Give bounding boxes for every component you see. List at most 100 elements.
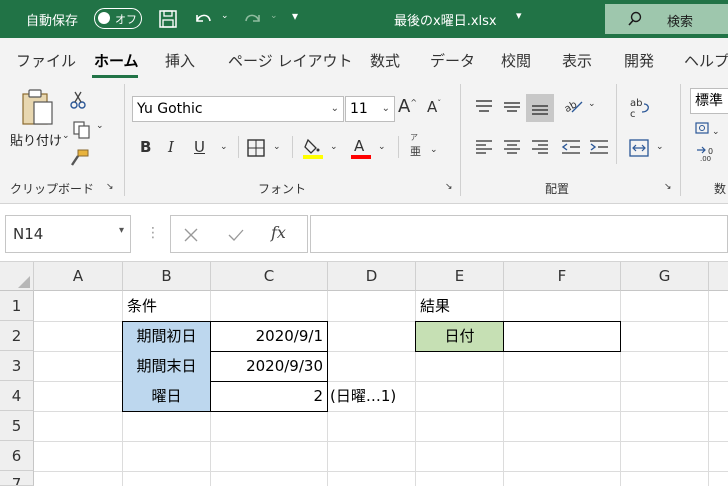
- alignment-launcher-icon[interactable]: ↘: [664, 183, 672, 192]
- align-bottom-button[interactable]: [526, 94, 554, 122]
- paste-label[interactable]: 貼り付け: [10, 130, 62, 149]
- wrap-text-icon[interactable]: ab c: [628, 96, 652, 120]
- svg-text:.00: .00: [700, 155, 711, 162]
- format-painter-icon[interactable]: [68, 148, 90, 168]
- font-launcher-icon[interactable]: ↘: [445, 183, 453, 192]
- undo-dropdown-icon[interactable]: ⌄: [221, 11, 229, 21]
- phonetic-button[interactable]: 亜: [410, 146, 421, 157]
- cell-f2[interactable]: [503, 321, 621, 352]
- row-header-6[interactable]: 6: [0, 441, 34, 471]
- name-box[interactable]: N14 ▾: [5, 215, 131, 253]
- cut-icon[interactable]: [68, 90, 88, 110]
- select-all-corner[interactable]: [0, 262, 34, 291]
- align-right-icon[interactable]: [530, 138, 550, 156]
- paste-icon[interactable]: [20, 88, 56, 128]
- borders-dropdown-icon[interactable]: ⌄: [273, 143, 281, 152]
- more-options-icon[interactable]: ⋮: [146, 225, 160, 241]
- filename-dropdown-icon[interactable]: ▾: [516, 9, 522, 22]
- cell-e2[interactable]: 日付: [415, 321, 504, 352]
- decrease-indent-icon[interactable]: [560, 138, 582, 156]
- cell-b3[interactable]: 期間末日: [122, 351, 211, 382]
- column-header-b[interactable]: B: [123, 262, 211, 291]
- cell-c4[interactable]: 2: [210, 381, 328, 412]
- font-size-value: 11: [350, 101, 368, 117]
- column-header-e[interactable]: E: [416, 262, 504, 291]
- fill-color-icon[interactable]: [302, 136, 324, 160]
- column-header-d[interactable]: D: [328, 262, 416, 291]
- row-header-7[interactable]: 7: [0, 471, 34, 486]
- row-header-5[interactable]: 5: [0, 411, 34, 441]
- enter-icon[interactable]: [227, 227, 245, 243]
- cell-d4[interactable]: (日曜…1): [330, 381, 396, 411]
- cell-c3[interactable]: 2020/9/30: [210, 351, 328, 382]
- underline-dropdown-icon[interactable]: ⌄: [220, 143, 228, 152]
- autosave-state: オフ: [115, 13, 137, 26]
- copy-dropdown-icon[interactable]: ⌄: [96, 122, 104, 131]
- font-color-dropdown-icon[interactable]: ⌄: [378, 143, 386, 152]
- customize-qat-icon[interactable]: ▾: [292, 9, 298, 23]
- insert-function-icon[interactable]: fx: [271, 223, 286, 242]
- align-center-icon[interactable]: [502, 138, 522, 156]
- tab-view[interactable]: 表示: [562, 50, 592, 71]
- formula-bar: N14 ▾ ⋮ fx: [0, 204, 728, 262]
- underline-button[interactable]: U: [194, 140, 205, 155]
- undo-icon[interactable]: [192, 9, 214, 29]
- column-header-a[interactable]: A: [34, 262, 123, 291]
- align-middle-icon[interactable]: [502, 98, 522, 116]
- font-color-icon[interactable]: A: [350, 136, 372, 160]
- orientation-dropdown-icon[interactable]: ⌄: [588, 100, 596, 109]
- grow-font-icon[interactable]: A^: [398, 98, 417, 116]
- row-header-1[interactable]: 1: [0, 291, 34, 321]
- bold-button[interactable]: B: [140, 140, 151, 155]
- currency-format-icon[interactable]: ⌄: [694, 120, 724, 138]
- tab-developer[interactable]: 開発: [624, 50, 654, 71]
- tab-file[interactable]: ファイル: [16, 50, 76, 71]
- align-top-icon[interactable]: [474, 98, 494, 116]
- borders-icon[interactable]: [246, 138, 266, 158]
- file-name[interactable]: 最後のx曜日.xlsx: [394, 10, 497, 29]
- separator: [680, 84, 681, 196]
- cell-b1[interactable]: 条件: [127, 291, 157, 321]
- font-name-combo[interactable]: Yu Gothic ⌄: [132, 96, 344, 122]
- tab-home[interactable]: ホーム: [94, 50, 139, 71]
- increase-indent-icon[interactable]: [588, 138, 610, 156]
- merge-dropdown-icon[interactable]: ⌄: [656, 143, 664, 152]
- cancel-icon[interactable]: [183, 227, 199, 243]
- phonetic-dropdown-icon[interactable]: ⌄: [430, 146, 438, 155]
- merge-center-icon[interactable]: [628, 138, 650, 158]
- column-header-g[interactable]: G: [621, 262, 709, 291]
- tab-insert[interactable]: 挿入: [165, 50, 195, 71]
- autosave-toggle[interactable]: オフ: [94, 8, 142, 29]
- cell-b2[interactable]: 期間初日: [122, 321, 211, 352]
- name-box-dropdown-icon[interactable]: ▾: [119, 225, 124, 236]
- save-icon[interactable]: [158, 9, 178, 29]
- row-header-2[interactable]: 2: [0, 321, 34, 351]
- cell-e1[interactable]: 結果: [420, 291, 450, 321]
- tab-review[interactable]: 校閲: [501, 50, 531, 71]
- copy-icon[interactable]: [72, 120, 92, 140]
- search-box[interactable]: 検索: [605, 4, 728, 34]
- row-header-4[interactable]: 4: [0, 381, 34, 411]
- italic-button[interactable]: I: [168, 140, 174, 155]
- tab-page-layout[interactable]: ページ レイアウト: [228, 50, 352, 71]
- tab-help[interactable]: ヘルプ: [684, 50, 728, 71]
- align-left-icon[interactable]: [474, 138, 494, 156]
- formula-input[interactable]: [310, 215, 728, 253]
- cell-c2[interactable]: 2020/9/1: [210, 321, 328, 352]
- increase-decimal-icon[interactable]: 0 .00: [694, 144, 724, 162]
- column-header-h-partial[interactable]: [709, 262, 728, 291]
- font-size-combo[interactable]: 11 ⌄: [345, 96, 395, 122]
- cell-b4[interactable]: 曜日: [122, 381, 211, 412]
- column-header-c[interactable]: C: [211, 262, 328, 291]
- shrink-font-icon[interactable]: Aˇ: [427, 100, 441, 115]
- clipboard-launcher-icon[interactable]: ↘: [106, 183, 114, 192]
- paste-dropdown-icon[interactable]: ⌄: [62, 132, 70, 141]
- number-format-combo[interactable]: 標準: [690, 88, 728, 114]
- fill-color-dropdown-icon[interactable]: ⌄: [330, 143, 338, 152]
- tab-data[interactable]: データ: [430, 50, 475, 71]
- column-header-f[interactable]: F: [504, 262, 621, 291]
- orientation-icon[interactable]: ab: [562, 96, 584, 116]
- ribbon-tabs: ファイル ホーム 挿入 ページ レイアウト 数式 データ 校閲 表示 開発 ヘル…: [0, 38, 728, 80]
- row-header-3[interactable]: 3: [0, 351, 34, 381]
- tab-formulas[interactable]: 数式: [370, 50, 400, 71]
